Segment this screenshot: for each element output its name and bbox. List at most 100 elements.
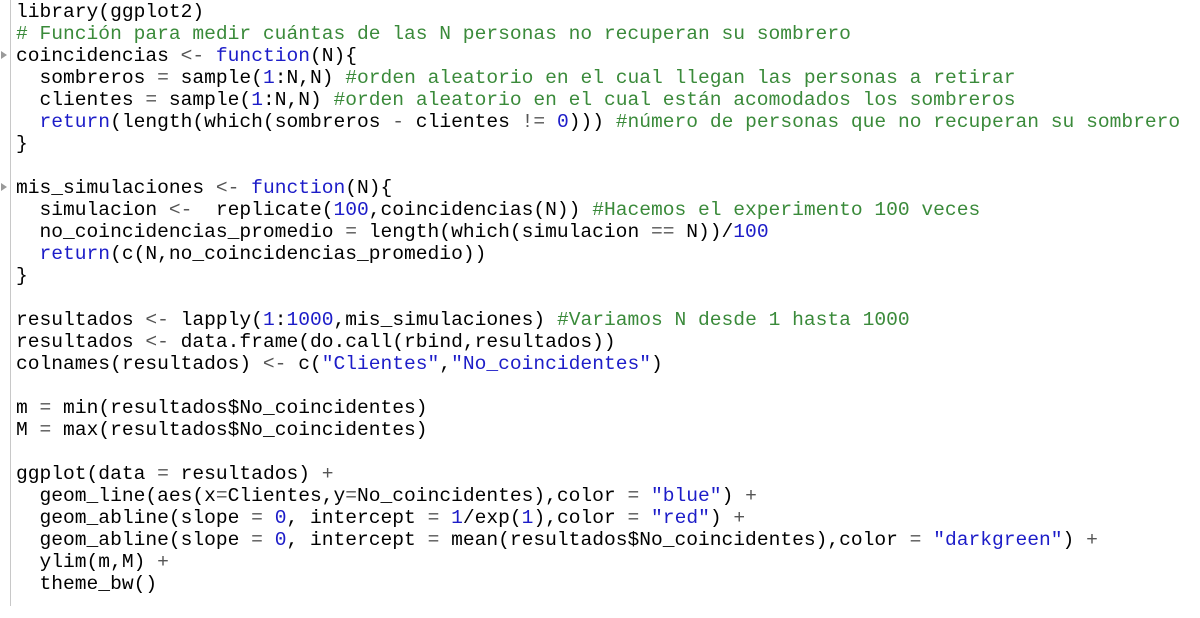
code-comment: #Hacemos el experimento 100 veces (592, 199, 981, 221)
code-token: sample( (168, 67, 263, 89)
code-line[interactable]: geom_abline(slope = 0, intercept = mean(… (16, 529, 1200, 551)
code-line[interactable]: resultados <- data.frame(do.call(rbind,r… (16, 331, 1200, 353)
code-editor[interactable]: library(ggplot2) # Función para medir cuá… (16, 1, 1200, 595)
code-line[interactable]: resultados <- lapply(1:1000,mis_simulaci… (16, 309, 1200, 331)
code-token: = (157, 67, 169, 89)
code-token: length(which(simulacion (357, 221, 651, 243)
code-line[interactable]: mis_simulaciones <- function(N){ (16, 177, 1200, 199)
code-line[interactable]: ylim(m,M) + (16, 551, 1200, 573)
code-line[interactable] (16, 375, 1200, 397)
code-string: "blue" (651, 485, 722, 507)
code-token: return (16, 243, 111, 265)
code-token: , intercept (286, 507, 428, 529)
code-token: m (16, 397, 40, 419)
code-line[interactable]: no_coincidencias_promedio = length(which… (16, 221, 1200, 243)
code-line[interactable]: return(c(N,no_coincidencias_promedio)) (16, 243, 1200, 265)
code-token: sombreros (16, 67, 158, 89)
code-token: = (427, 507, 440, 529)
fold-arrow-icon[interactable] (1, 183, 7, 191)
code-token: Clientes,y (227, 485, 346, 507)
code-line[interactable] (16, 441, 1200, 463)
code-token: : (274, 309, 287, 331)
code-line[interactable]: ggplot(data = resultados) + (16, 463, 1200, 485)
code-token: <- (168, 199, 193, 221)
code-token: return (16, 111, 111, 133)
code-line[interactable]: return(length(which(sombreros - clientes… (16, 111, 1200, 133)
code-token: colnames(resultados) (16, 353, 263, 375)
code-token: M (16, 419, 40, 441)
code-token: <- (145, 309, 169, 331)
code-line[interactable]: theme_bw() (16, 573, 1200, 595)
code-token: 0 (556, 111, 569, 133)
code-token: 1 (521, 507, 534, 529)
code-token: <- (145, 331, 169, 353)
code-token: = (345, 221, 357, 243)
code-line[interactable] (16, 287, 1200, 309)
code-line[interactable]: coincidencias <- function(N){ (16, 45, 1200, 67)
code-token: <- (215, 177, 240, 199)
code-token: geom_abline(slope (16, 529, 252, 551)
code-string: "darkgreen" (933, 529, 1063, 551)
code-token: } (16, 133, 28, 155)
code-token: ) (721, 485, 746, 507)
fold-arrow-icon[interactable] (1, 51, 7, 59)
code-line[interactable]: library(ggplot2) (16, 1, 1200, 23)
code-token: 1 (262, 67, 275, 89)
code-token: ) (1062, 529, 1087, 551)
code-line[interactable]: simulacion <- replicate(100,coincidencia… (16, 199, 1200, 221)
code-token: = (345, 485, 358, 507)
code-token: = (251, 507, 263, 529)
code-token: 1000 (286, 309, 334, 331)
code-line[interactable]: } (16, 265, 1200, 287)
code-comment: #número de personas que no recuperan su … (615, 111, 1181, 133)
code-token: ) (709, 507, 734, 529)
code-string: "No_coincidentes" (451, 353, 651, 375)
code-line[interactable]: # Función para medir cuántas de las N pe… (16, 23, 1200, 45)
code-token: :N,N) (262, 89, 334, 111)
code-line[interactable]: colnames(resultados) <- c("Clientes","No… (16, 353, 1200, 375)
code-line[interactable]: clientes = sample(1:N,N) #orden aleatori… (16, 89, 1200, 111)
code-token: 1 (262, 309, 275, 331)
code-token: = (909, 529, 922, 551)
code-token: = (145, 89, 158, 111)
code-token: ,coincidencias(N)) (368, 199, 593, 221)
code-token: + (745, 485, 757, 507)
code-token: <- (180, 45, 205, 67)
code-token: max(resultados$No_coincidentes) (51, 419, 428, 441)
code-token: function (204, 45, 310, 67)
code-line[interactable]: } (16, 133, 1200, 155)
code-token: ))) (568, 111, 616, 133)
code-token: (N){ (309, 45, 358, 67)
code-line[interactable]: m = min(resultados$No_coincidentes) (16, 397, 1200, 419)
code-string: "Clientes" (321, 353, 440, 375)
code-line[interactable]: sombreros = sample(1:N,N) #orden aleator… (16, 67, 1200, 89)
code-token: ylim(m,M) (16, 551, 158, 573)
code-token: + (1086, 529, 1098, 551)
code-token: 100 (733, 221, 769, 243)
code-token: = (427, 529, 440, 551)
code-line[interactable] (16, 155, 1200, 177)
code-comment: # Función para medir cuántas de las N pe… (16, 23, 851, 45)
code-token: = (215, 485, 228, 507)
code-token: ,mis_simulaciones) (333, 309, 557, 331)
code-token: = (627, 485, 640, 507)
code-token: data.frame(do.call(rbind,resultados)) (168, 331, 616, 353)
code-token: min(resultados$No_coincidentes) (51, 397, 428, 419)
code-token: = (627, 507, 640, 529)
code-token: } (16, 265, 28, 287)
code-line[interactable]: geom_abline(slope = 0, intercept = 1/exp… (16, 507, 1200, 529)
code-token: (c(N,no_coincidencias_promedio)) (110, 243, 487, 265)
code-token: = (39, 397, 52, 419)
code-line[interactable]: geom_line(aes(x=Clientes,y=No_coincident… (16, 485, 1200, 507)
code-token: = (157, 463, 169, 485)
code-token: , (439, 353, 452, 375)
code-token: theme_bw() (16, 573, 158, 595)
code-line[interactable]: M = max(resultados$No_coincidentes) (16, 419, 1200, 441)
code-comment: #Variamos N desde 1 hasta 1000 (556, 309, 910, 331)
